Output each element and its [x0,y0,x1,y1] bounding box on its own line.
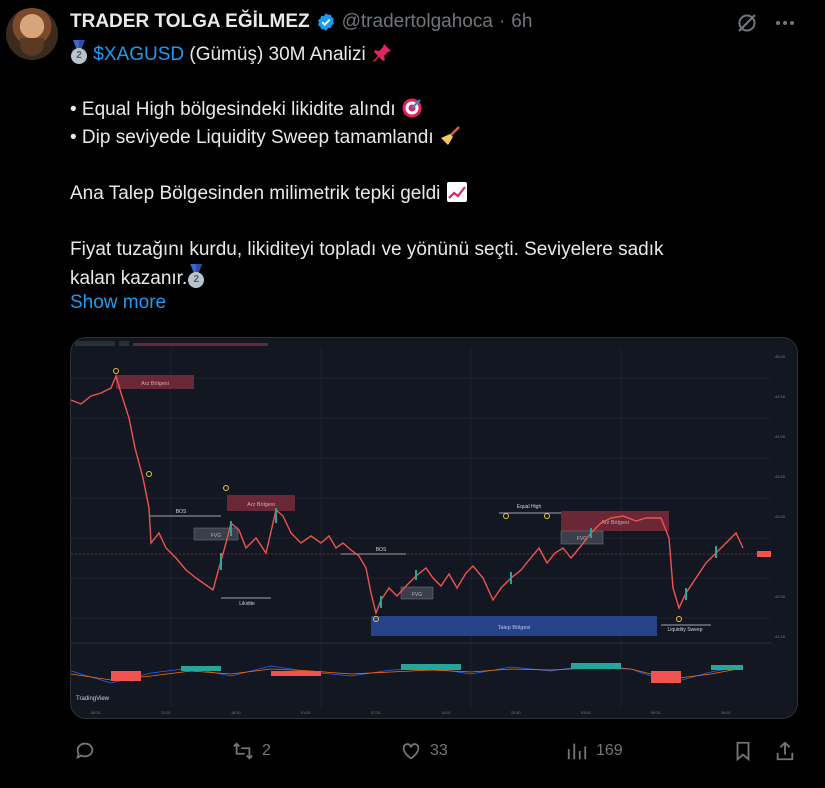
views-button[interactable]: 169 [566,736,623,766]
repost-count: 2 [262,742,271,759]
line-5: kalan kazanır. [70,264,790,292]
svg-text:09:30: 09:30 [651,711,661,715]
reply-button[interactable] [74,736,104,766]
chart-image[interactable]: Arz Bölgesi Arz Bölgesi Arz Bölgesi Tale… [70,337,798,719]
fvg-1-label: FVG [211,533,221,539]
title-text: (Gümüş) 30M Analizi [184,44,366,65]
fvg-2-label: FVG [412,592,422,598]
svg-text:05:30: 05:30 [91,711,101,715]
svg-text:43.00: 43.00 [775,514,786,519]
author-handle[interactable]: @tradertolgahoca [342,11,493,33]
svg-text:12:00: 12:00 [161,711,171,715]
action-bar: 2 33 169 [70,736,800,766]
svg-text:07:30: 07:30 [371,711,381,715]
equal-high-label: Equal High [517,504,542,510]
views-count: 169 [596,742,623,759]
medal-icon [70,40,88,64]
tweet-header: TRADER TOLGA EĞİLMEZ @tradertolgahoca · … [70,10,532,34]
bos-1-label: BOS [176,509,187,515]
sell-zone-1-label: Arz Bölgesi [141,381,169,387]
broom-icon [440,126,460,145]
svg-text:45.00: 45.00 [775,354,786,359]
pushpin-icon [373,44,391,62]
like-icon [402,743,420,760]
svg-text:14:00: 14:00 [441,711,451,715]
more-icon[interactable] [772,12,798,34]
header-separator: · [498,11,506,32]
conclusion-text-2: kalan kazanır. [70,268,188,289]
bookmark-button[interactable] [732,736,754,766]
svg-text:43.50: 43.50 [775,474,786,479]
verified-badge-icon [317,13,334,31]
svg-text:42.00: 42.00 [775,594,786,599]
sell-zone-2-label: Arz Bölgesi [247,502,275,508]
reply-icon [76,742,94,760]
chart-up-icon [446,182,467,202]
liquidity-sweep-label: Liquidity Sweep [667,627,702,633]
share-icon [776,741,794,761]
bookmark-icon [736,741,750,762]
medal-icon [187,264,205,288]
demand-text: Ana Talep Bölgesinden milimetrik tepki g… [70,183,441,204]
target-icon [402,98,422,118]
brand-label: TradingView [76,696,110,702]
svg-text:03:00: 03:00 [581,711,591,715]
svg-text:16:00: 16:00 [721,711,731,715]
bullet-2-line: • Dip seviyede Liquidity Sweep tamamland… [70,124,790,152]
bullet-1: • Equal High bölgesindeki likidite alınd… [70,99,396,120]
like-count: 33 [430,742,448,759]
svg-text:44.50: 44.50 [775,394,786,399]
avatar[interactable] [6,8,58,60]
like-button[interactable]: 33 [400,736,448,766]
tweet: TRADER TOLGA EĞİLMEZ @tradertolgahoca · … [0,0,825,788]
line-4: Fiyat tuzağını kurdu, likiditeyi topladı… [70,236,790,264]
liquidity-label: Likidite [239,601,255,607]
share-button[interactable] [774,736,796,766]
tweet-text: $XAGUSD (Gümüş) 30M Analizi • Equal High… [70,40,790,292]
show-more-link[interactable]: Show more [70,292,166,314]
grok-icon[interactable] [735,11,759,35]
svg-text:41.50: 41.50 [775,634,786,639]
svg-text:01:00: 01:00 [301,711,311,715]
author-name[interactable]: TRADER TOLGA EĞİLMEZ [70,11,310,33]
bullet-1-line: • Equal High bölgesindeki likidite alınd… [70,96,790,124]
svg-text:44.00: 44.00 [775,434,786,439]
cashtag-link[interactable]: $XAGUSD [93,44,184,65]
tweet-time[interactable]: 6h [511,11,532,33]
demand-zone-label: Talep Bölgesi [498,625,531,631]
svg-text:18:30: 18:30 [231,711,241,715]
svg-text:20:30: 20:30 [511,711,521,715]
bos-2-label: BOS [376,547,387,553]
line-3: Ana Talep Bölgesinden milimetrik tepki g… [70,180,790,208]
conclusion-text-1: Fiyat tuzağını kurdu, likiditeyi topladı… [70,239,664,260]
bullet-2: • Dip seviyede Liquidity Sweep tamamland… [70,127,434,148]
trading-chart: Arz Bölgesi Arz Bölgesi Arz Bölgesi Tale… [71,338,797,718]
repost-icon [233,742,253,760]
views-icon [567,743,587,760]
tweet-title-line: $XAGUSD (Gümüş) 30M Analizi [70,40,790,68]
repost-button[interactable]: 2 [232,736,271,766]
